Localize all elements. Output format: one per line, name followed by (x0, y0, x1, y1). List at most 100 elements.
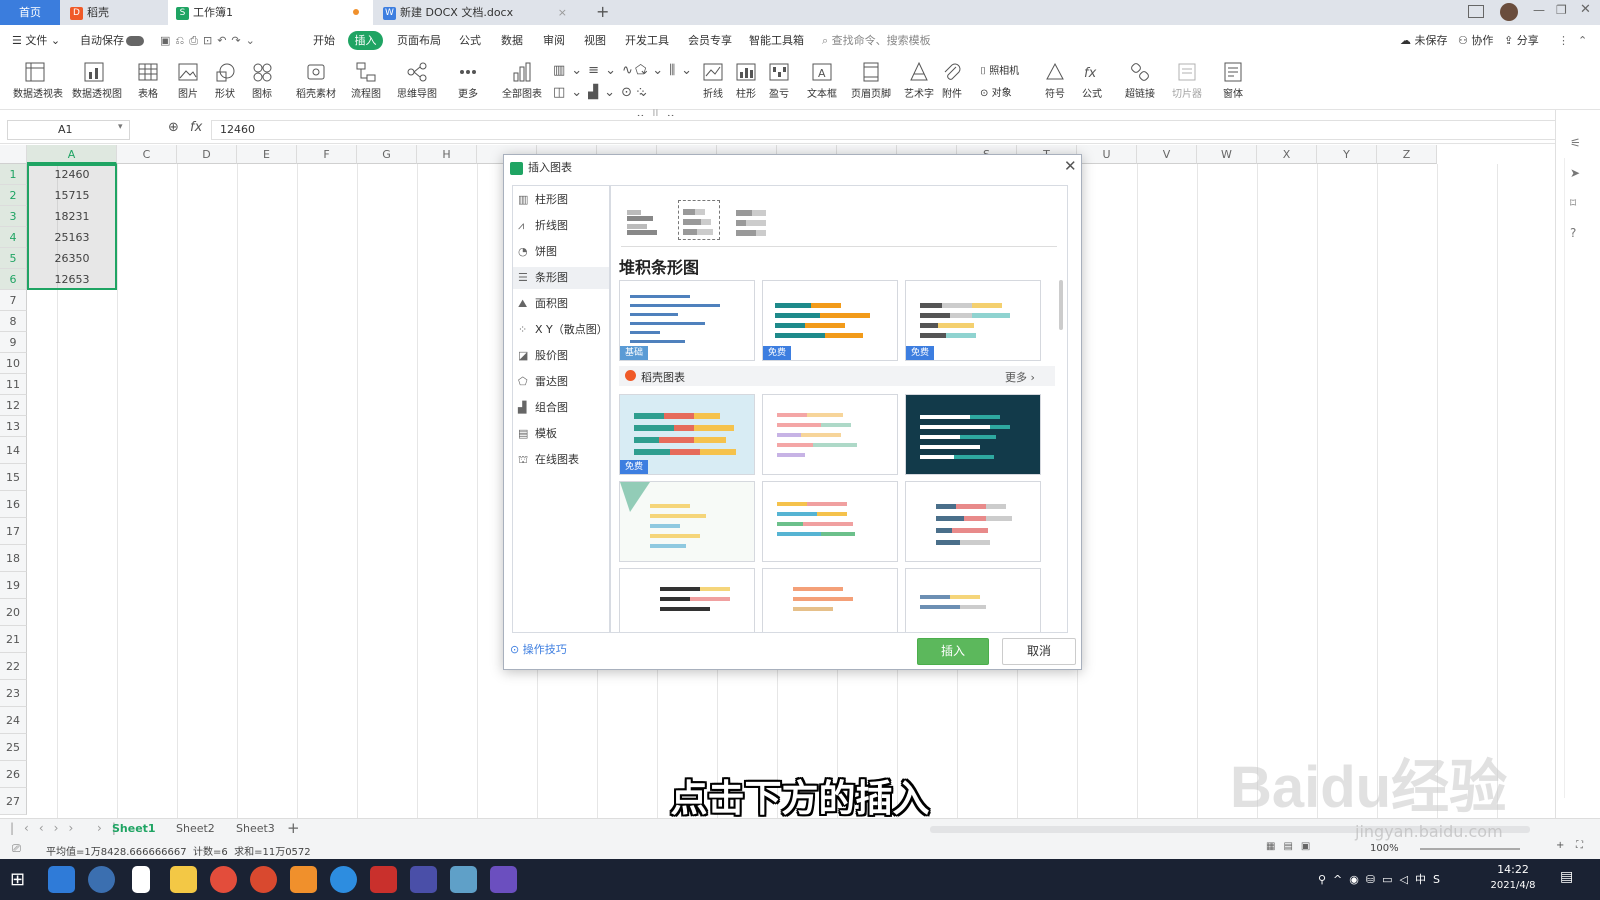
gallery-scrollbar[interactable] (1059, 280, 1063, 330)
category-scatter[interactable]: ⁘ X Y（散点图） (513, 319, 609, 341)
windows-start-icon[interactable]: ⊞ (10, 869, 25, 890)
row-header-18[interactable]: 18 (0, 545, 27, 572)
object-button[interactable]: ⊙ 对象 (980, 84, 1012, 99)
select-cursor-icon[interactable]: ➤ (1570, 166, 1580, 180)
taskbar-file-icon[interactable] (132, 866, 150, 893)
chart-thumb-daoke-8[interactable] (762, 568, 898, 632)
select-all-corner[interactable] (0, 145, 27, 164)
icons-button[interactable]: 图标 (240, 59, 284, 107)
category-column[interactable]: ▥ 柱形图 (513, 189, 609, 211)
zoom-slider[interactable] (1420, 848, 1520, 850)
search-command[interactable]: ⌕ 查找命令、搜索模板 (822, 31, 931, 50)
column-header-W[interactable]: W (1197, 145, 1257, 164)
row-header-24[interactable]: 24 (0, 707, 27, 734)
column-header-Z[interactable]: Z (1377, 145, 1437, 164)
zoom-formula-icon[interactable]: ⊕ (168, 120, 179, 135)
row-header-19[interactable]: 19 (0, 572, 27, 599)
macro-icon[interactable]: ⎚ (12, 842, 21, 856)
row-header-1[interactable]: 1 (0, 164, 27, 185)
row-header-14[interactable]: 14 (0, 437, 27, 464)
sheet-tab-3[interactable]: Sheet3 (236, 822, 275, 835)
tab-home[interactable]: 首页 (0, 0, 60, 25)
row-header-10[interactable]: 10 (0, 353, 27, 374)
row-header-6[interactable]: 6 (0, 269, 27, 290)
chart-type-mini-buttons[interactable]: ▥⌄≡⌄∿⌄ ◫⌄▟⌄⊙⌄ (553, 60, 650, 106)
row-header-3[interactable]: 3 (0, 206, 27, 227)
row-header-15[interactable]: 15 (0, 464, 27, 491)
row-header-22[interactable]: 22 (0, 653, 27, 680)
column-header-G[interactable]: G (357, 145, 417, 164)
row-header-2[interactable]: 2 (0, 185, 27, 206)
row-header-17[interactable]: 17 (0, 518, 27, 545)
row-header-25[interactable]: 25 (0, 734, 27, 761)
category-template[interactable]: ▤ 模板 (513, 423, 609, 445)
table-button[interactable]: 表格 (126, 59, 170, 107)
taskbar-wps-icon[interactable] (370, 866, 397, 893)
name-box-dropdown-icon[interactable]: ▾ (118, 122, 123, 132)
column-header-Y[interactable]: Y (1317, 145, 1377, 164)
name-box[interactable]: A1 (7, 120, 130, 140)
notification-icon[interactable]: ▤ (1560, 869, 1573, 885)
category-stock[interactable]: ◪ 股价图 (513, 345, 609, 367)
file-menu[interactable]: ☰ 文件 ⌄ (12, 31, 60, 50)
sheet-tab-1[interactable]: Sheet1 (112, 822, 156, 835)
formula-input[interactable]: 12460 (211, 120, 1561, 140)
hyperlink-button[interactable]: 超链接 (1118, 59, 1162, 107)
row-header-5[interactable]: 5 (0, 248, 27, 269)
settings-sliders-icon[interactable]: ⚟ (1570, 136, 1581, 150)
fullscreen-icon[interactable]: ⛶ (1576, 840, 1583, 851)
column-header-X[interactable]: X (1257, 145, 1317, 164)
chart-thumb-daoke-5[interactable] (762, 481, 898, 562)
formula-insert-button[interactable]: fx 公式 (1072, 59, 1112, 107)
fx-icon[interactable]: fx (190, 120, 202, 135)
tips-link[interactable]: ⊙ 操作技巧 (510, 641, 567, 657)
taskbar-player-icon[interactable] (490, 866, 517, 893)
taskbar-app-icon[interactable] (290, 866, 317, 893)
column-header-V[interactable]: V (1137, 145, 1197, 164)
insert-button[interactable]: 插入 (917, 638, 989, 665)
row-header-13[interactable]: 13 (0, 416, 27, 437)
menu-page-layout[interactable]: 页面布局 (397, 31, 441, 50)
subtype-stacked-bar[interactable] (678, 200, 720, 240)
taskbar-browser-icon[interactable] (48, 866, 75, 893)
camera-button[interactable]: ⌷ 照相机 (980, 62, 1019, 77)
minimize-icon[interactable]: — (1533, 3, 1545, 17)
row-header-12[interactable]: 12 (0, 395, 27, 416)
help-icon[interactable]: ? (1570, 226, 1576, 240)
tab-docx[interactable]: W 新建 DOCX 文档.docx × (375, 0, 583, 25)
sparkline-line-button[interactable]: 折线 (697, 59, 729, 107)
avatar[interactable] (1500, 3, 1518, 21)
cancel-button[interactable]: 取消 (1002, 638, 1076, 665)
close-window-icon[interactable]: ✕ (1580, 2, 1591, 17)
column-header-H[interactable]: H (417, 145, 477, 164)
collapse-ribbon-icon[interactable]: ⌃ (1578, 31, 1587, 50)
collab-button[interactable]: ⚇ 协作 (1458, 31, 1493, 50)
chart-thumb-daoke-1[interactable]: 免费 (619, 394, 755, 475)
column-header-C[interactable]: C (117, 145, 177, 164)
row-header-20[interactable]: 20 (0, 599, 27, 626)
close-tab-icon[interactable]: × (558, 0, 567, 25)
pivot-table-button[interactable]: 数据透视表 (13, 59, 63, 107)
chart-type-mini-buttons-2[interactable]: ⬠⌄⫼⌄ ⁘⌄⫫⌄ (635, 60, 692, 122)
chart-thumb-daoke-6[interactable] (905, 481, 1041, 562)
window-count-icon[interactable] (1468, 5, 1484, 18)
chart-thumb-daoke-3[interactable] (905, 394, 1041, 475)
category-radar[interactable]: ⬠ 雷达图 (513, 371, 609, 393)
column-header-E[interactable]: E (237, 145, 297, 164)
category-line[interactable]: ⩘ 折线图 (513, 215, 609, 237)
category-online[interactable]: ⛫ 在线图表 (513, 449, 609, 471)
menu-view[interactable]: 视图 (584, 31, 606, 50)
chart-thumb-daoke-2[interactable] (762, 394, 898, 475)
chart-thumb-free-2[interactable]: 免费 (905, 280, 1041, 361)
slicer-button[interactable]: 切片器 (1165, 59, 1209, 107)
sheet-nav-arrows[interactable]: |‹‹›› ›| (10, 821, 126, 835)
menu-insert[interactable]: 插入 (348, 31, 383, 50)
row-header-21[interactable]: 21 (0, 626, 27, 653)
new-tab-icon[interactable]: + (596, 2, 609, 21)
vertical-scrollbar[interactable] (1564, 158, 1565, 798)
dialog-close-icon[interactable]: ✕ (1064, 157, 1077, 175)
row-header-8[interactable]: 8 (0, 311, 27, 332)
tab-daoke[interactable]: D 稻壳 (62, 0, 166, 25)
sparkline-winloss-button[interactable]: 盈亏 (763, 59, 795, 107)
taskbar-photos-icon[interactable] (410, 866, 437, 893)
